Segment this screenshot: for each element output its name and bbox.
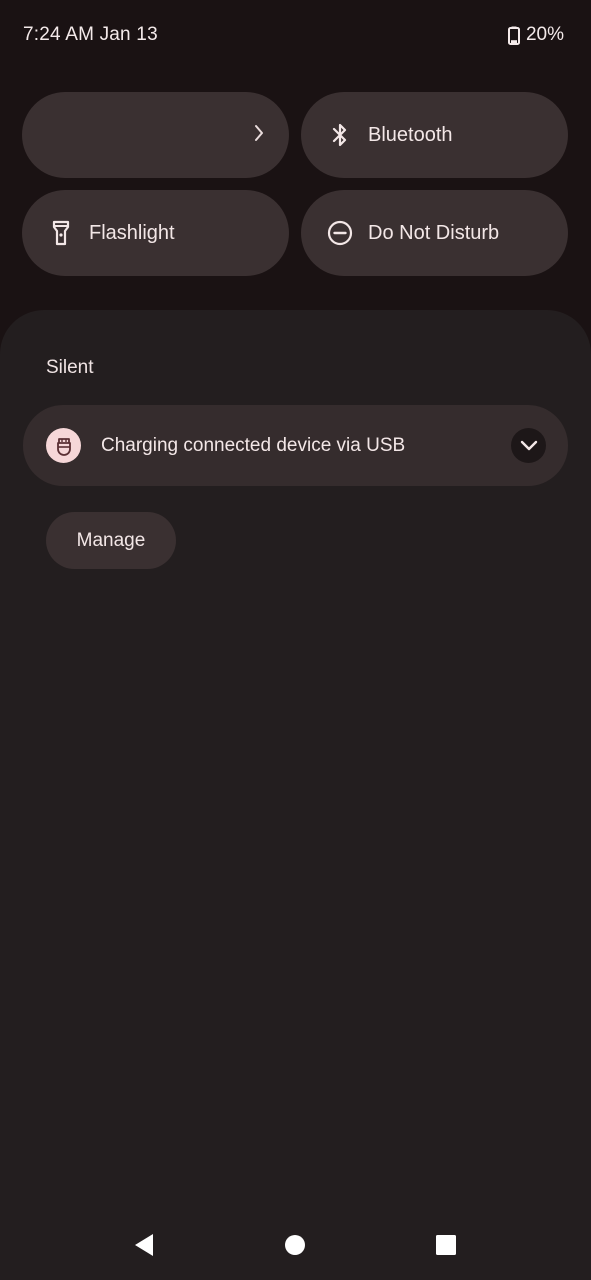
status-right-group: 20% (507, 24, 564, 46)
notification-text: Charging connected device via USB (101, 435, 406, 456)
bluetooth-icon (327, 122, 353, 148)
quick-tile-flashlight[interactable]: Flashlight (22, 190, 289, 276)
navigation-bar (0, 1210, 591, 1280)
battery-icon (507, 26, 520, 45)
flashlight-icon (48, 220, 74, 246)
chevron-right-icon (253, 123, 265, 148)
status-bar: 7:24 AM Jan 13 20% (0, 0, 591, 70)
quick-tile-internet[interactable] (22, 92, 289, 178)
notification-shade-screen: 7:24 AM Jan 13 20% Bluetooth Flashlight … (0, 0, 591, 1280)
status-time-date: 7:24 AM Jan 13 (23, 24, 158, 45)
quick-tile-label: Do Not Disturb (368, 221, 500, 244)
chevron-down-icon[interactable] (511, 428, 546, 463)
usb-icon (46, 428, 81, 463)
manage-button[interactable]: Manage (46, 512, 176, 569)
back-icon[interactable] (129, 1230, 159, 1260)
do-not-disturb-icon (327, 220, 353, 246)
quick-tile-bluetooth[interactable]: Bluetooth (301, 92, 568, 178)
quick-tile-label: Bluetooth (368, 123, 453, 146)
quick-tile-do-not-disturb[interactable]: Do Not Disturb (301, 190, 568, 276)
notification-card[interactable]: Charging connected device via USB (23, 405, 568, 486)
home-icon[interactable] (280, 1230, 310, 1260)
section-title-silent: Silent (46, 357, 94, 378)
battery-percent: 20% (525, 24, 564, 45)
recents-icon[interactable] (431, 1230, 461, 1260)
quick-tile-label: Flashlight (89, 221, 175, 244)
